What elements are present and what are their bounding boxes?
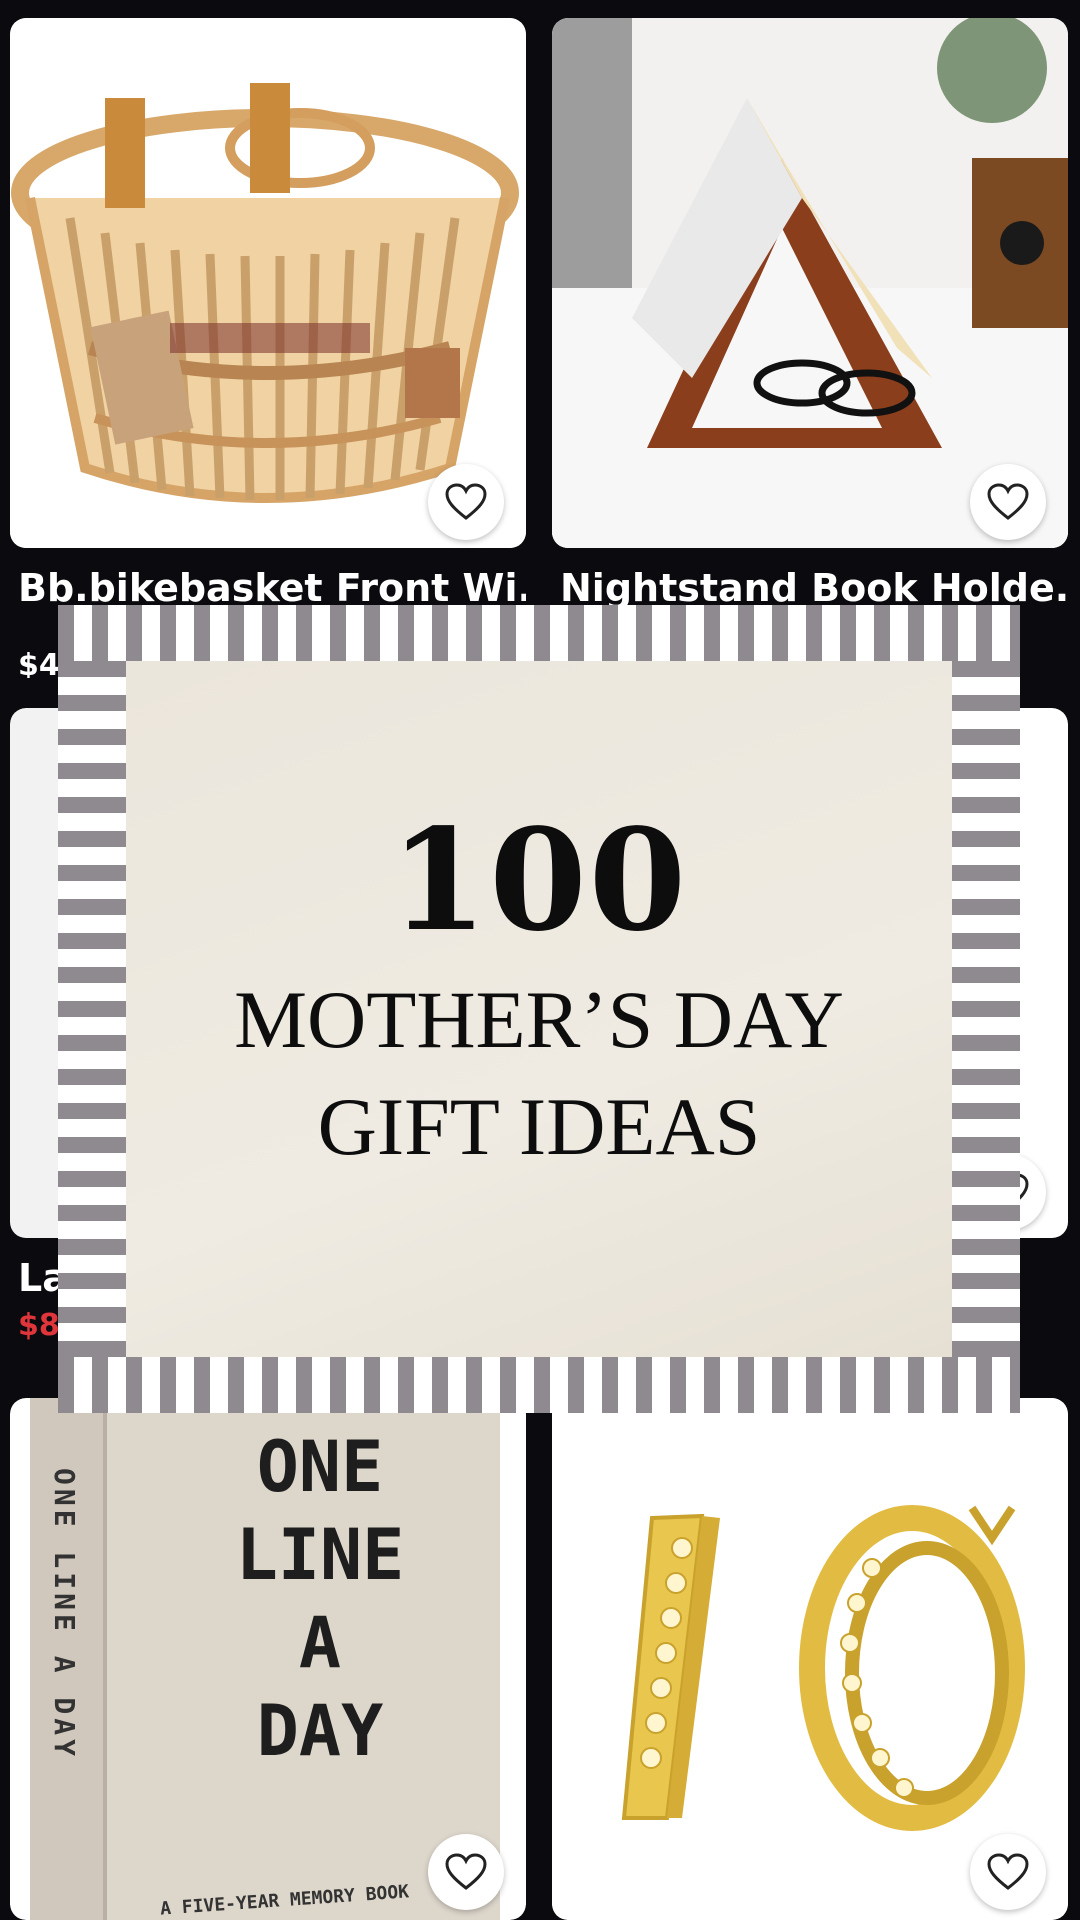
banner-line-2: GIFT IDEAS — [317, 1081, 761, 1172]
product-image-earrings[interactable] — [552, 1398, 1068, 1920]
book-title-line: DAY — [256, 1690, 384, 1772]
heart-icon — [445, 1853, 487, 1890]
banner-number: 100 — [389, 799, 689, 963]
favorite-button[interactable] — [970, 1834, 1046, 1910]
banner-panel: 100 MOTHER’S DAY GIFT IDEAS — [126, 661, 952, 1357]
product-card-book-holder[interactable]: Nightstand Book Holde... — [552, 18, 1068, 678]
book-title-line: LINE — [235, 1514, 405, 1596]
product-price: $8 — [18, 1308, 60, 1343]
heart-icon — [987, 1853, 1029, 1890]
banner-line-1: MOTHER’S DAY — [234, 974, 844, 1065]
favorite-button[interactable] — [428, 1834, 504, 1910]
product-card-earrings[interactable] — [552, 1398, 1068, 1920]
promo-banner: 100 MOTHER’S DAY GIFT IDEAS — [58, 605, 1020, 1413]
product-title[interactable]: Nightstand Book Holde... — [560, 566, 1068, 610]
product-card-bike-basket[interactable]: Bb.bikebasket Front Wi... $4 — [10, 18, 526, 678]
heart-icon — [445, 483, 487, 520]
product-image-bike-basket[interactable] — [10, 18, 526, 548]
product-price: $4 — [18, 648, 60, 678]
product-card-journal[interactable]: ONE LINE A DAY ONE LINE A DAY A FIVE-YEA… — [10, 1398, 526, 1920]
favorite-button[interactable] — [970, 464, 1046, 540]
book-title-line: ONE — [256, 1426, 384, 1508]
favorite-button[interactable] — [428, 464, 504, 540]
product-image-journal[interactable]: ONE LINE A DAY ONE LINE A DAY A FIVE-YEA… — [10, 1398, 526, 1920]
product-title[interactable]: Bb.bikebasket Front Wi... — [18, 566, 526, 610]
heart-icon — [987, 483, 1029, 520]
book-spine-text: ONE LINE A DAY — [48, 1468, 81, 1761]
product-image-book-holder[interactable] — [552, 18, 1068, 548]
book-title-line: A — [298, 1602, 342, 1684]
